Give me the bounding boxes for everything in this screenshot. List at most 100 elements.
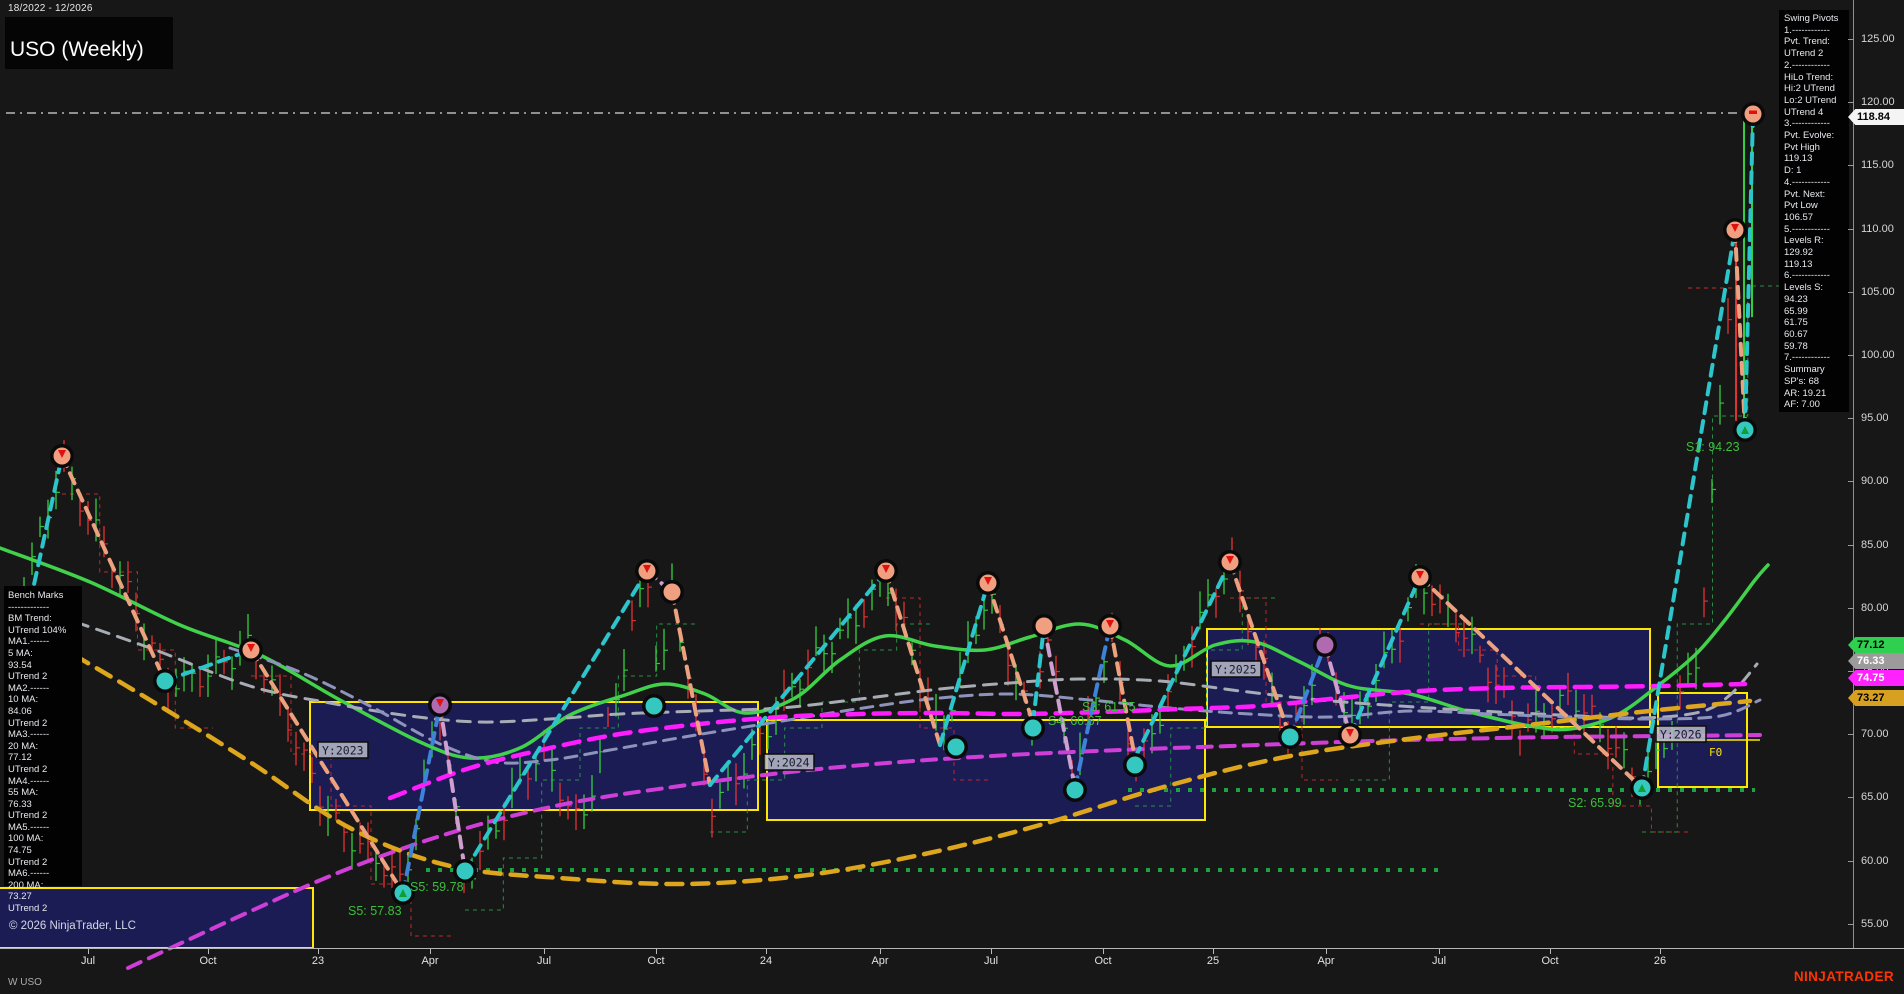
pivot-marker-salmon[interactable] — [239, 638, 263, 662]
bench-marks-line: ------------- — [8, 602, 66, 614]
swing-pivots-line: 7.------------ — [1784, 352, 1838, 364]
price-tick-label: 65.00 — [1861, 791, 1889, 803]
time-tick-mark — [1660, 949, 1661, 954]
pivot-marker-salmon[interactable] — [874, 559, 898, 583]
date-range-label: 18/2022 - 12/2026 — [8, 3, 93, 14]
bench-marks-line: Bench Marks — [8, 590, 66, 602]
price-tick-label: 100.00 — [1861, 349, 1895, 361]
swing-pivots-line: UTrend 2 — [1784, 48, 1838, 60]
price-tick-mark — [1848, 102, 1854, 103]
pivot-marker-teal[interactable] — [1278, 725, 1302, 749]
pivot-marker-teal[interactable] — [1123, 753, 1147, 777]
swing-pivots-line: 2.------------ — [1784, 60, 1838, 72]
time-tick-mark — [1550, 949, 1551, 954]
price-tick-label: 60.00 — [1861, 855, 1889, 867]
year-label-Y:2023[interactable]: Y:2023 — [318, 742, 368, 758]
price-axis-line[interactable] — [1853, 0, 1854, 948]
time-tick-label: Jul — [1432, 955, 1446, 967]
swing-pivots-line: D: 1 — [1784, 165, 1838, 177]
time-tick-mark — [88, 949, 89, 954]
pivot-marker-teal[interactable] — [1733, 418, 1757, 442]
symbol-title: USO (Weekly) — [10, 38, 144, 62]
swing-connector-salmon[interactable] — [988, 583, 1033, 723]
price-tick-mark — [1848, 734, 1854, 735]
price-tick-mark — [1848, 229, 1854, 230]
pivot-marker-teal[interactable] — [153, 669, 177, 693]
swing-pivots-line: 65.99 — [1784, 306, 1838, 318]
pivot-marker-salmon[interactable] — [1408, 565, 1432, 589]
pivot-marker-salmon[interactable] — [50, 444, 74, 468]
swing-connector-teal[interactable] — [1033, 626, 1044, 723]
pivot-marker-salmon[interactable] — [1032, 614, 1056, 638]
bench-marks-line: UTrend 2 — [8, 671, 66, 683]
price-tag-118.84: 118.84 — [1848, 109, 1904, 125]
price-tick-mark — [1848, 418, 1854, 419]
year-label-Y:2026[interactable]: Y:2026 — [1656, 726, 1706, 742]
bench-marks-panel: Bench Marks-------------BM Trend:UTrend … — [8, 590, 66, 915]
price-tick-label: 95.00 — [1861, 412, 1889, 424]
svg-text:Y:2025: Y:2025 — [1215, 663, 1257, 677]
pivot-marker-teal[interactable] — [642, 694, 666, 718]
support-level-label: S3: 61.75 — [1082, 700, 1136, 714]
support-level-label: S1: 94.23 — [1686, 440, 1740, 454]
bench-marks-line: 77.12 — [8, 752, 66, 764]
pivot-marker-teal[interactable] — [1021, 716, 1045, 740]
price-tick-mark — [1848, 292, 1854, 293]
pivot-marker-salmon[interactable] — [635, 559, 659, 583]
time-tick-mark — [656, 949, 657, 954]
pivot-marker-purple[interactable] — [428, 693, 452, 717]
pivot-marker-salmon[interactable] — [1338, 723, 1362, 747]
swing-pivots-line: Pvt. Next: — [1784, 189, 1838, 201]
pivot-marker-purple[interactable] — [1313, 633, 1337, 657]
pivot-marker-teal[interactable] — [944, 735, 968, 759]
time-tick-label: Oct — [647, 955, 664, 967]
time-tick-label: 23 — [312, 955, 324, 967]
pivot-marker-salmon[interactable] — [660, 580, 684, 604]
swing-pivots-line: 5.------------ — [1784, 224, 1838, 236]
price-tag-74.75: 74.75 — [1848, 670, 1904, 686]
price-tick-mark — [1848, 797, 1854, 798]
copyright-text: © 2026 NinjaTrader, LLC — [9, 920, 136, 932]
pivot-marker-salmon[interactable] — [1098, 614, 1122, 638]
swing-pivots-line: HiLo Trend: — [1784, 72, 1838, 84]
swing-pivots-line: AF: 7.00 — [1784, 399, 1838, 411]
year-label-Y:2024[interactable]: Y:2024 — [764, 754, 814, 770]
swing-pivots-line: 61.75 — [1784, 317, 1838, 329]
time-tick-label: Jul — [537, 955, 551, 967]
swing-pivots-line: Levels R: — [1784, 235, 1838, 247]
time-tick-mark — [544, 949, 545, 954]
bench-marks-line: MA2.------ — [8, 683, 66, 695]
price-tick-label: 110.00 — [1861, 223, 1894, 235]
swing-pivots-line: 3.------------ — [1784, 118, 1838, 130]
swing-pivots-line: 60.67 — [1784, 329, 1838, 341]
pivot-marker-salmon[interactable] — [1741, 102, 1765, 126]
ninjatrader-chart-window: F0Y:2023Y:2024Y:2025Y:2026S5: 57.83S5: 5… — [0, 0, 1904, 994]
price-tick-label: 85.00 — [1861, 539, 1889, 551]
bench-marks-line: 74.75 — [8, 845, 66, 857]
price-tick-mark — [1848, 165, 1854, 166]
time-tick-label: Apr — [1317, 955, 1334, 967]
year-label-Y:2025[interactable]: Y:2025 — [1211, 661, 1261, 677]
bench-marks-line: UTrend 104% — [8, 625, 66, 637]
swing-pivots-panel: Swing Pivots1.------------Pvt. Trend:UTr… — [1784, 13, 1838, 411]
time-tick-mark — [991, 949, 992, 954]
pivot-marker-teal[interactable] — [1063, 778, 1087, 802]
pivot-marker-teal[interactable] — [1630, 776, 1654, 800]
bench-marks-line: 55 MA: — [8, 787, 66, 799]
time-tick-label: 26 — [1654, 955, 1666, 967]
time-tick-mark — [1213, 949, 1214, 954]
pivot-marker-salmon[interactable] — [1723, 218, 1747, 242]
time-axis-line[interactable] — [0, 948, 1904, 949]
swing-pivots-line: 119.13 — [1784, 153, 1838, 165]
price-tick-label: 125.00 — [1861, 33, 1895, 45]
red-trailing-stop-steps — [62, 494, 213, 728]
pivot-marker-salmon[interactable] — [1218, 550, 1242, 574]
swing-pivots-line: Levels S: — [1784, 282, 1838, 294]
pivot-marker-salmon[interactable] — [976, 571, 1000, 595]
price-chart-canvas[interactable]: F0Y:2023Y:2024Y:2025Y:2026S5: 57.83S5: 5… — [0, 0, 1904, 994]
swing-pivots-line: Lo:2 UTrend — [1784, 95, 1838, 107]
time-tick-mark — [430, 949, 431, 954]
support-level-label: S4: 60.67 — [1048, 714, 1102, 728]
swing-pivots-line: AR: 19.21 — [1784, 388, 1838, 400]
swing-connector-salmon[interactable] — [886, 571, 940, 745]
